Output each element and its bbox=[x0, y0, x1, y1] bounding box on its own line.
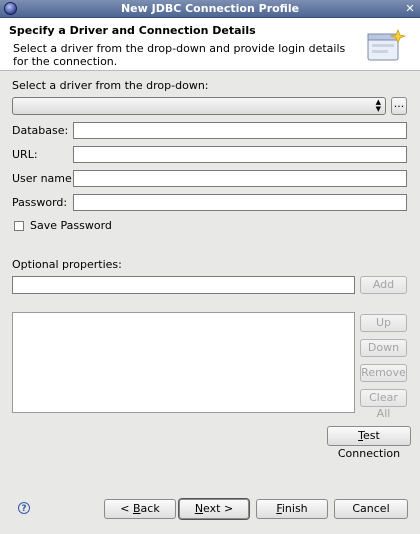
database-input[interactable] bbox=[73, 122, 407, 139]
remove-property-button[interactable]: Remove bbox=[360, 364, 407, 382]
optional-property-input[interactable] bbox=[12, 276, 355, 294]
driver-dropdown[interactable]: ▲ ▼ bbox=[12, 97, 386, 115]
move-up-button[interactable]: Up bbox=[360, 314, 407, 332]
password-label: Password: bbox=[12, 196, 68, 209]
cancel-button[interactable]: Cancel bbox=[334, 499, 408, 519]
wizard-header: Specify a Driver and Connection Details … bbox=[0, 18, 420, 71]
clear-all-button[interactable]: Clear All bbox=[360, 389, 407, 420]
optional-properties-list[interactable] bbox=[12, 312, 355, 413]
password-input[interactable] bbox=[73, 194, 407, 211]
back-button[interactable]: < Back bbox=[104, 499, 176, 519]
url-label: URL: bbox=[12, 148, 38, 161]
help-icon[interactable]: ? bbox=[18, 502, 30, 514]
username-label: User name: bbox=[12, 172, 76, 185]
username-input[interactable] bbox=[73, 170, 407, 187]
database-label: Database: bbox=[12, 124, 69, 137]
move-down-button[interactable]: Down bbox=[360, 339, 407, 357]
wizard-page-description: Select a driver from the drop-down and p… bbox=[13, 42, 346, 68]
test-connection-button[interactable]: Test Connection bbox=[327, 426, 411, 460]
window-title: New JDBC Connection Profile bbox=[120, 2, 300, 15]
driver-label: Select a driver from the drop-down: bbox=[12, 79, 209, 92]
add-property-button[interactable]: Add bbox=[360, 276, 407, 294]
finish-button[interactable]: Finish bbox=[256, 499, 328, 519]
browse-driver-button[interactable]: ... bbox=[391, 97, 407, 115]
wizard-page-title: Specify a Driver and Connection Details bbox=[9, 24, 256, 37]
save-password-checkbox[interactable] bbox=[14, 221, 24, 231]
updown-arrows-icon: ▲ ▼ bbox=[375, 98, 381, 113]
window-title-bar[interactable]: New JDBC Connection Profile ✕ bbox=[0, 0, 420, 18]
close-icon[interactable]: ✕ bbox=[403, 2, 417, 15]
next-button[interactable]: Next > bbox=[179, 499, 249, 519]
save-password-label[interactable]: Save Password bbox=[30, 219, 112, 232]
connection-wizard-icon bbox=[367, 29, 406, 61]
optional-properties-label: Optional properties: bbox=[12, 258, 122, 271]
url-input[interactable] bbox=[73, 146, 407, 163]
